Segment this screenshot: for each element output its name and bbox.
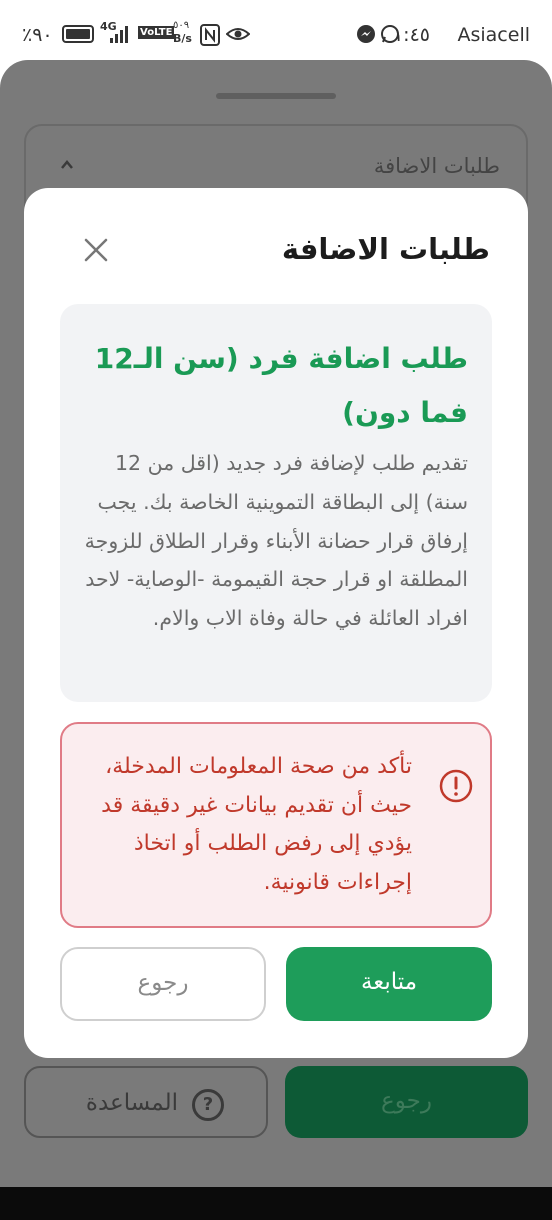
carrier-name: Asiacell — [457, 24, 530, 46]
alert-circle-icon — [439, 769, 473, 803]
continue-label: متابعة — [360, 969, 418, 995]
info-heading: طلب اضافة فرد (سن الـ12 فما دون) — [94, 342, 468, 429]
dialog-title: طلبات الاضافة — [281, 232, 490, 266]
warning-box: تأكد من صحة المعلومات المدخلة، حيث أن تق… — [60, 722, 492, 928]
net-speed-value: ٥٠٩ — [173, 20, 190, 31]
add-requests-dialog: طلبات الاضافة طلب اضافة فرد (سن الـ12 فم… — [24, 188, 528, 1058]
signal-icon — [110, 26, 128, 43]
back-button[interactable]: رجوع — [60, 947, 266, 1021]
battery-percent: ٪٩٠ — [22, 24, 53, 46]
continue-button[interactable]: متابعة — [286, 947, 492, 1021]
whatsapp-icon — [381, 25, 399, 43]
info-description: تقديم طلب لإضافة فرد جديد (اقل من 12 سنة… — [84, 451, 468, 631]
net-speed-unit: B/s — [173, 32, 192, 45]
eye-icon — [226, 28, 250, 40]
back-label: رجوع — [137, 970, 189, 996]
help-button: المساعدة ? — [24, 1066, 268, 1138]
nfc-icon — [200, 24, 220, 46]
help-label: المساعدة — [85, 1090, 178, 1116]
battery-icon — [62, 25, 94, 43]
background-back-button: رجوع — [285, 1066, 528, 1138]
volte-badge: VoLTE — [138, 26, 175, 39]
help-icon: ? — [192, 1089, 224, 1121]
info-box: طلب اضافة فرد (سن الـ12 فما دون) تقديم ط… — [60, 304, 492, 702]
system-nav-bar — [0, 1187, 552, 1220]
chevron-up-icon — [61, 160, 73, 169]
close-icon[interactable] — [80, 234, 112, 266]
warning-text: تأكد من صحة المعلومات المدخلة، حيث أن تق… — [101, 754, 412, 895]
background-card-title: طلبات الاضافة — [373, 154, 500, 178]
messenger-icon — [357, 25, 375, 43]
sheet-handle — [216, 93, 336, 99]
background-back-label: رجوع — [381, 1088, 432, 1114]
